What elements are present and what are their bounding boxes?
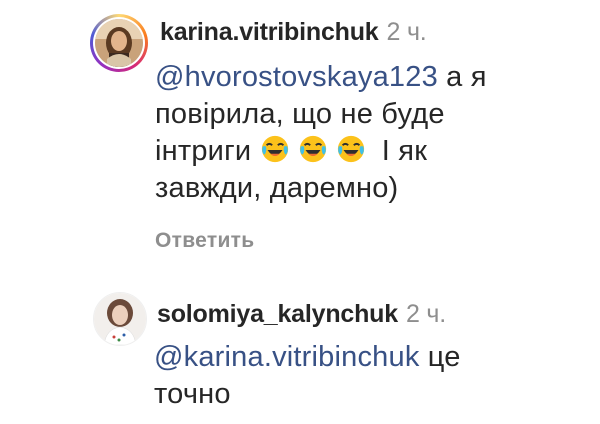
reply-button[interactable]: Ответить xyxy=(155,229,254,253)
avatar xyxy=(95,19,143,67)
comment-username[interactable]: karina.vitribinchuk 2 ч. xyxy=(160,18,427,47)
face-with-tears-of-joy-icon xyxy=(299,135,326,163)
avatar-story-ring[interactable] xyxy=(90,14,148,72)
mention-link[interactable]: @hvorostovskaya123 xyxy=(155,61,438,93)
username-label[interactable]: solomiya_kalynchuk xyxy=(157,300,398,328)
face-with-tears-of-joy-icon xyxy=(337,135,364,163)
comment-username[interactable]: solomiya_kalynchuk 2 ч. xyxy=(157,300,446,329)
comment-item: solomiya_kalynchuk 2 ч. @karina.vitribinc… xyxy=(0,280,600,424)
avatar[interactable] xyxy=(93,292,147,346)
comment-timestamp: 2 ч. xyxy=(386,18,427,46)
comment-text: @hvorostovskaya123 а я повірила, що не б… xyxy=(155,61,487,204)
mention-link[interactable]: @karina.vitribinchuk xyxy=(154,341,420,373)
face-with-tears-of-joy-icon xyxy=(261,135,288,163)
username-label[interactable]: karina.vitribinchuk xyxy=(160,18,379,46)
comment-text: @karina.vitribinchuk це точно xyxy=(154,341,461,410)
comment-item: karina.vitribinchuk 2 ч. @hvorostovskaya1… xyxy=(0,0,600,270)
comment-timestamp: 2 ч. xyxy=(405,300,446,328)
